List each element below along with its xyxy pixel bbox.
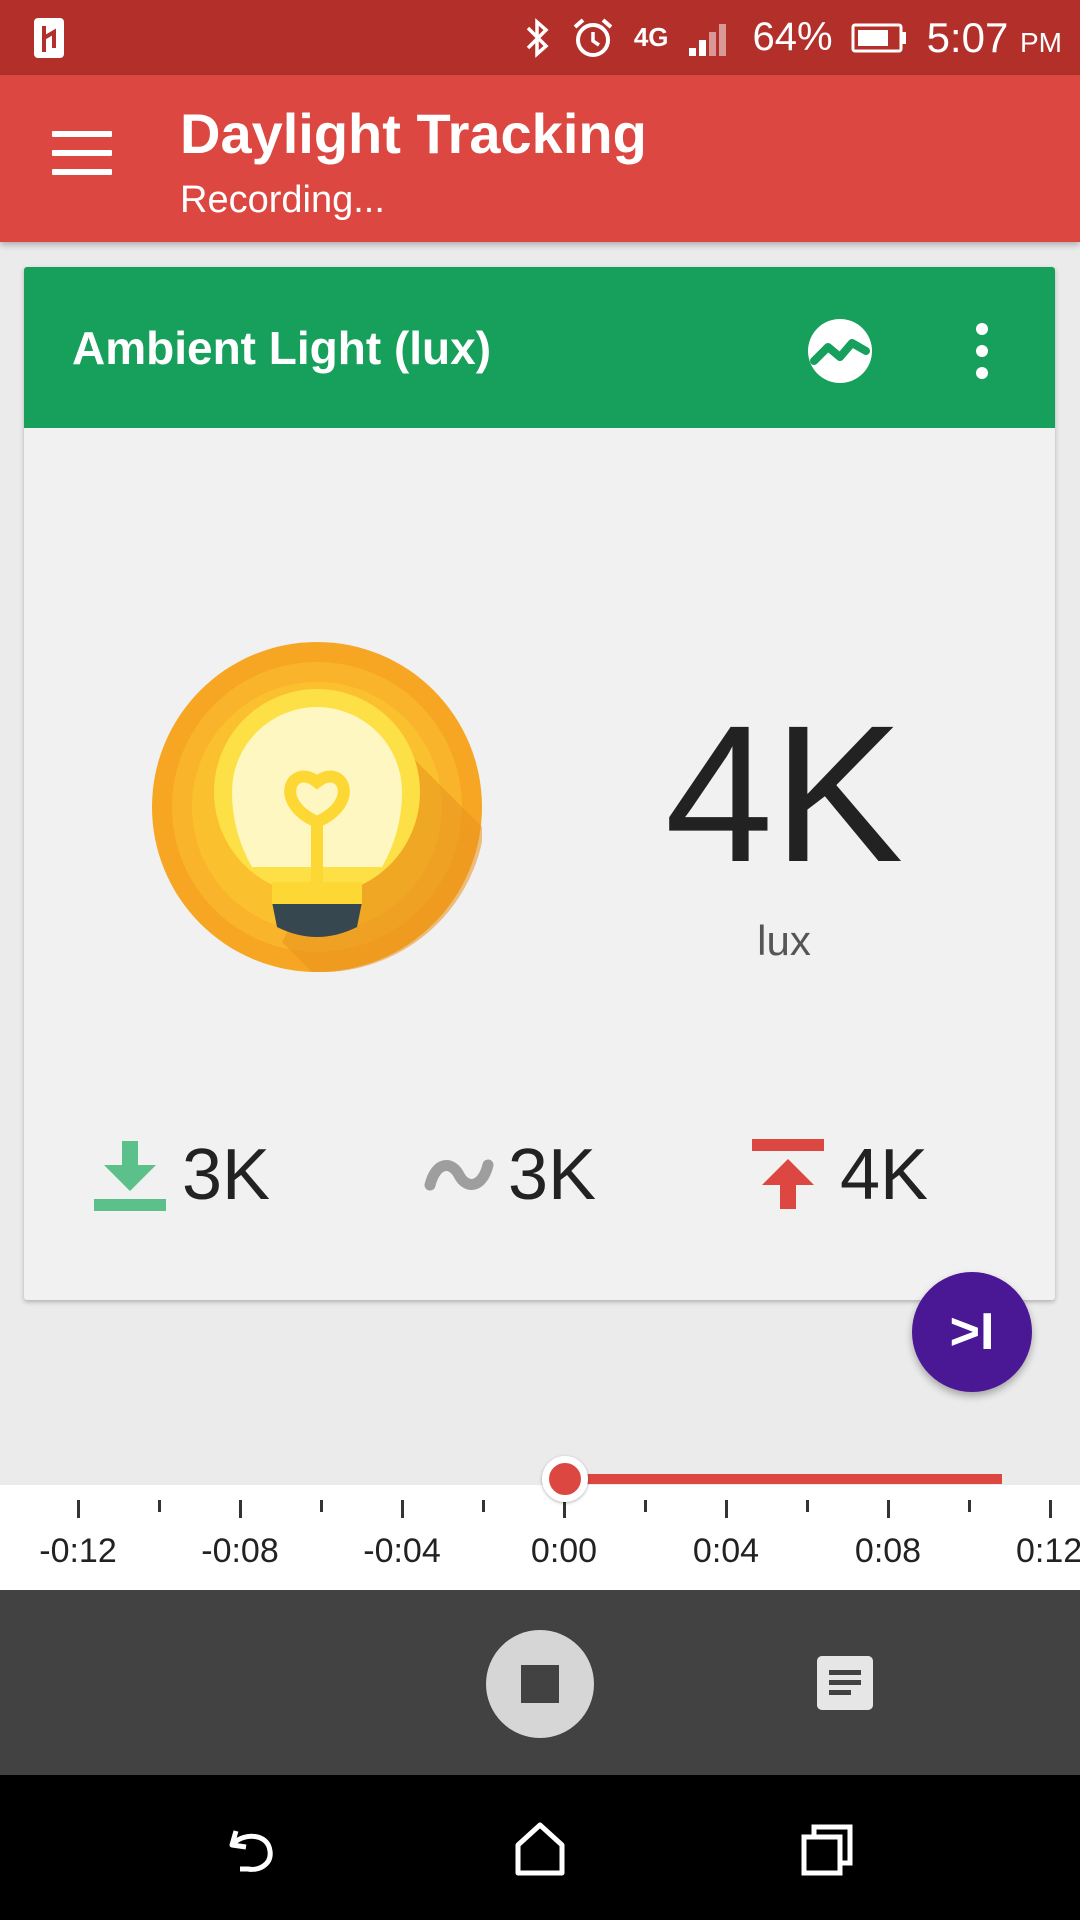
back-icon[interactable] bbox=[222, 1819, 282, 1879]
max-value: 4K bbox=[840, 1135, 929, 1215]
min-stat: 3K bbox=[94, 1135, 270, 1215]
timeline-tick bbox=[1049, 1500, 1052, 1518]
timeline-tick bbox=[563, 1500, 566, 1518]
max-icon bbox=[752, 1139, 824, 1209]
network-type: 4G bbox=[633, 22, 669, 52]
lightbulb-icon bbox=[152, 642, 482, 972]
timeline-tick bbox=[77, 1500, 80, 1518]
menu-icon[interactable] bbox=[52, 131, 112, 175]
min-value: 3K bbox=[182, 1135, 271, 1215]
skip-to-end-icon: >I bbox=[949, 1303, 995, 1361]
control-bar bbox=[0, 1590, 1080, 1775]
card-header: Ambient Light (lux) bbox=[24, 267, 1055, 428]
recents-icon[interactable] bbox=[798, 1819, 858, 1879]
battery-percent: 64% bbox=[752, 15, 833, 59]
timeline-tick bbox=[644, 1500, 647, 1512]
sensor-unit: lux bbox=[757, 917, 811, 964]
average-stat: 3K bbox=[424, 1135, 596, 1215]
max-stat: 4K bbox=[752, 1135, 928, 1215]
status-bar: 4G 64% 5:07 PM bbox=[0, 0, 1080, 75]
timeline-tick bbox=[968, 1500, 971, 1512]
clock-time: 5:07 bbox=[926, 13, 1009, 61]
timeline-label: -0:08 bbox=[201, 1532, 279, 1570]
clock: 5:07 PM bbox=[927, 14, 1062, 62]
clock-ampm: PM bbox=[1020, 26, 1062, 58]
page-subtitle: Recording... bbox=[180, 179, 385, 221]
timeline-tick bbox=[239, 1500, 242, 1518]
timeline-label: -0:12 bbox=[39, 1532, 117, 1570]
timeline-handle[interactable] bbox=[542, 1456, 588, 1502]
home-icon[interactable] bbox=[510, 1819, 570, 1879]
recording-progress bbox=[565, 1474, 1002, 1484]
sensor-title[interactable]: Ambient Light (lux) bbox=[72, 321, 491, 375]
timeline-label: 0:12 bbox=[1016, 1532, 1080, 1570]
timeline-tick bbox=[482, 1500, 485, 1512]
graph-icon[interactable] bbox=[806, 317, 874, 385]
timeline-label: 0:00 bbox=[530, 1532, 598, 1570]
min-icon bbox=[94, 1141, 166, 1211]
app-bar: Daylight Tracking Recording... bbox=[0, 75, 1080, 242]
timeline-tick bbox=[401, 1500, 404, 1518]
timeline-tick bbox=[158, 1500, 161, 1512]
timeline-label: 0:04 bbox=[692, 1532, 760, 1570]
navigation-bar bbox=[0, 1775, 1080, 1920]
page-title: Daylight Tracking bbox=[180, 102, 647, 165]
stop-record-button[interactable] bbox=[486, 1630, 594, 1738]
notification-icon bbox=[34, 18, 64, 58]
bluetooth-icon bbox=[526, 17, 549, 58]
timeline-tick bbox=[725, 1500, 728, 1518]
average-value: 3K bbox=[508, 1135, 597, 1215]
more-vert-icon[interactable] bbox=[972, 323, 992, 379]
timeline-tick bbox=[806, 1500, 809, 1512]
timeline-label: 0:08 bbox=[854, 1532, 922, 1570]
alarm-icon bbox=[573, 17, 613, 57]
skip-to-end-button[interactable]: >I bbox=[912, 1272, 1032, 1392]
timeline-tick bbox=[320, 1500, 323, 1512]
battery-icon bbox=[851, 23, 906, 52]
sensor-card: Ambient Light (lux) 4K lux 3K 3K 4K bbox=[24, 267, 1055, 1300]
stop-record-icon bbox=[521, 1665, 559, 1703]
notes-icon[interactable] bbox=[817, 1656, 873, 1710]
timeline-label: -0:04 bbox=[363, 1532, 441, 1570]
signal-icon bbox=[688, 23, 726, 56]
average-icon bbox=[424, 1159, 494, 1191]
sensor-value: 4K bbox=[664, 685, 904, 903]
timeline-tick bbox=[887, 1500, 890, 1518]
